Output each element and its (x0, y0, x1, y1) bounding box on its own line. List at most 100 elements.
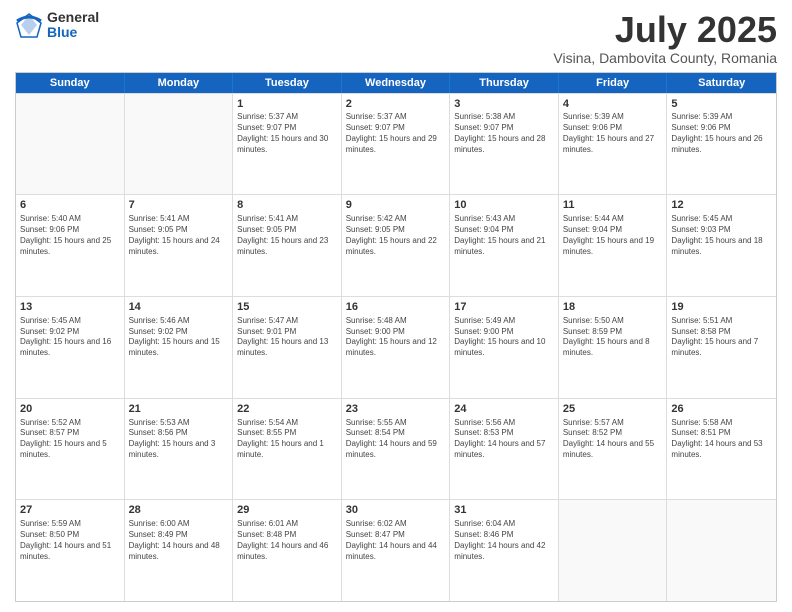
calendar-cell (559, 500, 668, 601)
weekday-header-friday: Friday (559, 73, 668, 93)
calendar-row-1: 6Sunrise: 5:40 AM Sunset: 9:06 PM Daylig… (16, 194, 776, 296)
calendar-cell: 8Sunrise: 5:41 AM Sunset: 9:05 PM Daylig… (233, 195, 342, 296)
cell-details: Sunrise: 5:49 AM Sunset: 9:00 PM Dayligh… (454, 316, 554, 359)
cell-details: Sunrise: 5:45 AM Sunset: 9:03 PM Dayligh… (671, 214, 772, 257)
day-number: 19 (671, 300, 772, 315)
cell-details: Sunrise: 5:55 AM Sunset: 8:54 PM Dayligh… (346, 418, 446, 461)
calendar-cell (667, 500, 776, 601)
day-number: 23 (346, 402, 446, 417)
calendar-row-4: 27Sunrise: 5:59 AM Sunset: 8:50 PM Dayli… (16, 499, 776, 601)
cell-details: Sunrise: 6:00 AM Sunset: 8:49 PM Dayligh… (129, 519, 229, 562)
logo-blue-text: Blue (47, 25, 99, 40)
calendar-cell: 30Sunrise: 6:02 AM Sunset: 8:47 PM Dayli… (342, 500, 451, 601)
logo-icon (15, 11, 43, 39)
day-number: 26 (671, 402, 772, 417)
main-title: July 2025 (553, 10, 777, 50)
day-number: 27 (20, 503, 120, 518)
day-number: 20 (20, 402, 120, 417)
day-number: 16 (346, 300, 446, 315)
calendar-cell: 10Sunrise: 5:43 AM Sunset: 9:04 PM Dayli… (450, 195, 559, 296)
day-number: 11 (563, 198, 663, 213)
cell-details: Sunrise: 5:52 AM Sunset: 8:57 PM Dayligh… (20, 418, 120, 461)
logo-general-text: General (47, 10, 99, 25)
calendar-cell: 3Sunrise: 5:38 AM Sunset: 9:07 PM Daylig… (450, 94, 559, 195)
subtitle: Visina, Dambovita County, Romania (553, 50, 777, 66)
cell-details: Sunrise: 5:42 AM Sunset: 9:05 PM Dayligh… (346, 214, 446, 257)
calendar-cell: 7Sunrise: 5:41 AM Sunset: 9:05 PM Daylig… (125, 195, 234, 296)
calendar-cell: 17Sunrise: 5:49 AM Sunset: 9:00 PM Dayli… (450, 297, 559, 398)
calendar-cell: 1Sunrise: 5:37 AM Sunset: 9:07 PM Daylig… (233, 94, 342, 195)
day-number: 25 (563, 402, 663, 417)
day-number: 14 (129, 300, 229, 315)
cell-details: Sunrise: 5:41 AM Sunset: 9:05 PM Dayligh… (129, 214, 229, 257)
calendar-cell: 13Sunrise: 5:45 AM Sunset: 9:02 PM Dayli… (16, 297, 125, 398)
weekday-header-monday: Monday (125, 73, 234, 93)
calendar-header: SundayMondayTuesdayWednesdayThursdayFrid… (16, 73, 776, 93)
cell-details: Sunrise: 5:43 AM Sunset: 9:04 PM Dayligh… (454, 214, 554, 257)
calendar-cell: 15Sunrise: 5:47 AM Sunset: 9:01 PM Dayli… (233, 297, 342, 398)
day-number: 10 (454, 198, 554, 213)
calendar-cell: 14Sunrise: 5:46 AM Sunset: 9:02 PM Dayli… (125, 297, 234, 398)
day-number: 2 (346, 97, 446, 112)
cell-details: Sunrise: 5:41 AM Sunset: 9:05 PM Dayligh… (237, 214, 337, 257)
cell-details: Sunrise: 5:57 AM Sunset: 8:52 PM Dayligh… (563, 418, 663, 461)
cell-details: Sunrise: 5:50 AM Sunset: 8:59 PM Dayligh… (563, 316, 663, 359)
calendar-cell: 20Sunrise: 5:52 AM Sunset: 8:57 PM Dayli… (16, 399, 125, 500)
cell-details: Sunrise: 6:04 AM Sunset: 8:46 PM Dayligh… (454, 519, 554, 562)
logo-text: General Blue (47, 10, 99, 41)
calendar-cell: 9Sunrise: 5:42 AM Sunset: 9:05 PM Daylig… (342, 195, 451, 296)
cell-details: Sunrise: 5:48 AM Sunset: 9:00 PM Dayligh… (346, 316, 446, 359)
calendar-cell: 18Sunrise: 5:50 AM Sunset: 8:59 PM Dayli… (559, 297, 668, 398)
day-number: 7 (129, 198, 229, 213)
calendar-cell: 31Sunrise: 6:04 AM Sunset: 8:46 PM Dayli… (450, 500, 559, 601)
header: General Blue July 2025 Visina, Dambovita… (15, 10, 777, 66)
cell-details: Sunrise: 5:54 AM Sunset: 8:55 PM Dayligh… (237, 418, 337, 461)
day-number: 15 (237, 300, 337, 315)
cell-details: Sunrise: 6:02 AM Sunset: 8:47 PM Dayligh… (346, 519, 446, 562)
day-number: 17 (454, 300, 554, 315)
day-number: 21 (129, 402, 229, 417)
cell-details: Sunrise: 5:39 AM Sunset: 9:06 PM Dayligh… (563, 112, 663, 155)
cell-details: Sunrise: 5:47 AM Sunset: 9:01 PM Dayligh… (237, 316, 337, 359)
calendar-cell (125, 94, 234, 195)
calendar-cell: 24Sunrise: 5:56 AM Sunset: 8:53 PM Dayli… (450, 399, 559, 500)
day-number: 24 (454, 402, 554, 417)
cell-details: Sunrise: 5:45 AM Sunset: 9:02 PM Dayligh… (20, 316, 120, 359)
day-number: 3 (454, 97, 554, 112)
day-number: 5 (671, 97, 772, 112)
calendar-row-3: 20Sunrise: 5:52 AM Sunset: 8:57 PM Dayli… (16, 398, 776, 500)
day-number: 13 (20, 300, 120, 315)
logo: General Blue (15, 10, 99, 41)
cell-details: Sunrise: 5:37 AM Sunset: 9:07 PM Dayligh… (346, 112, 446, 155)
cell-details: Sunrise: 5:56 AM Sunset: 8:53 PM Dayligh… (454, 418, 554, 461)
cell-details: Sunrise: 5:59 AM Sunset: 8:50 PM Dayligh… (20, 519, 120, 562)
cell-details: Sunrise: 5:51 AM Sunset: 8:58 PM Dayligh… (671, 316, 772, 359)
calendar-cell (16, 94, 125, 195)
weekday-header-thursday: Thursday (450, 73, 559, 93)
calendar-body: 1Sunrise: 5:37 AM Sunset: 9:07 PM Daylig… (16, 93, 776, 601)
day-number: 30 (346, 503, 446, 518)
calendar-cell: 26Sunrise: 5:58 AM Sunset: 8:51 PM Dayli… (667, 399, 776, 500)
calendar-cell: 29Sunrise: 6:01 AM Sunset: 8:48 PM Dayli… (233, 500, 342, 601)
day-number: 31 (454, 503, 554, 518)
day-number: 18 (563, 300, 663, 315)
day-number: 1 (237, 97, 337, 112)
cell-details: Sunrise: 5:53 AM Sunset: 8:56 PM Dayligh… (129, 418, 229, 461)
cell-details: Sunrise: 5:58 AM Sunset: 8:51 PM Dayligh… (671, 418, 772, 461)
calendar-cell: 28Sunrise: 6:00 AM Sunset: 8:49 PM Dayli… (125, 500, 234, 601)
day-number: 8 (237, 198, 337, 213)
weekday-header-saturday: Saturday (667, 73, 776, 93)
calendar-cell: 23Sunrise: 5:55 AM Sunset: 8:54 PM Dayli… (342, 399, 451, 500)
cell-details: Sunrise: 5:38 AM Sunset: 9:07 PM Dayligh… (454, 112, 554, 155)
cell-details: Sunrise: 5:46 AM Sunset: 9:02 PM Dayligh… (129, 316, 229, 359)
cell-details: Sunrise: 5:37 AM Sunset: 9:07 PM Dayligh… (237, 112, 337, 155)
day-number: 9 (346, 198, 446, 213)
day-number: 22 (237, 402, 337, 417)
day-number: 6 (20, 198, 120, 213)
calendar-cell: 21Sunrise: 5:53 AM Sunset: 8:56 PM Dayli… (125, 399, 234, 500)
calendar-cell: 16Sunrise: 5:48 AM Sunset: 9:00 PM Dayli… (342, 297, 451, 398)
calendar-cell: 27Sunrise: 5:59 AM Sunset: 8:50 PM Dayli… (16, 500, 125, 601)
calendar: SundayMondayTuesdayWednesdayThursdayFrid… (15, 72, 777, 602)
calendar-row-0: 1Sunrise: 5:37 AM Sunset: 9:07 PM Daylig… (16, 93, 776, 195)
calendar-cell: 25Sunrise: 5:57 AM Sunset: 8:52 PM Dayli… (559, 399, 668, 500)
